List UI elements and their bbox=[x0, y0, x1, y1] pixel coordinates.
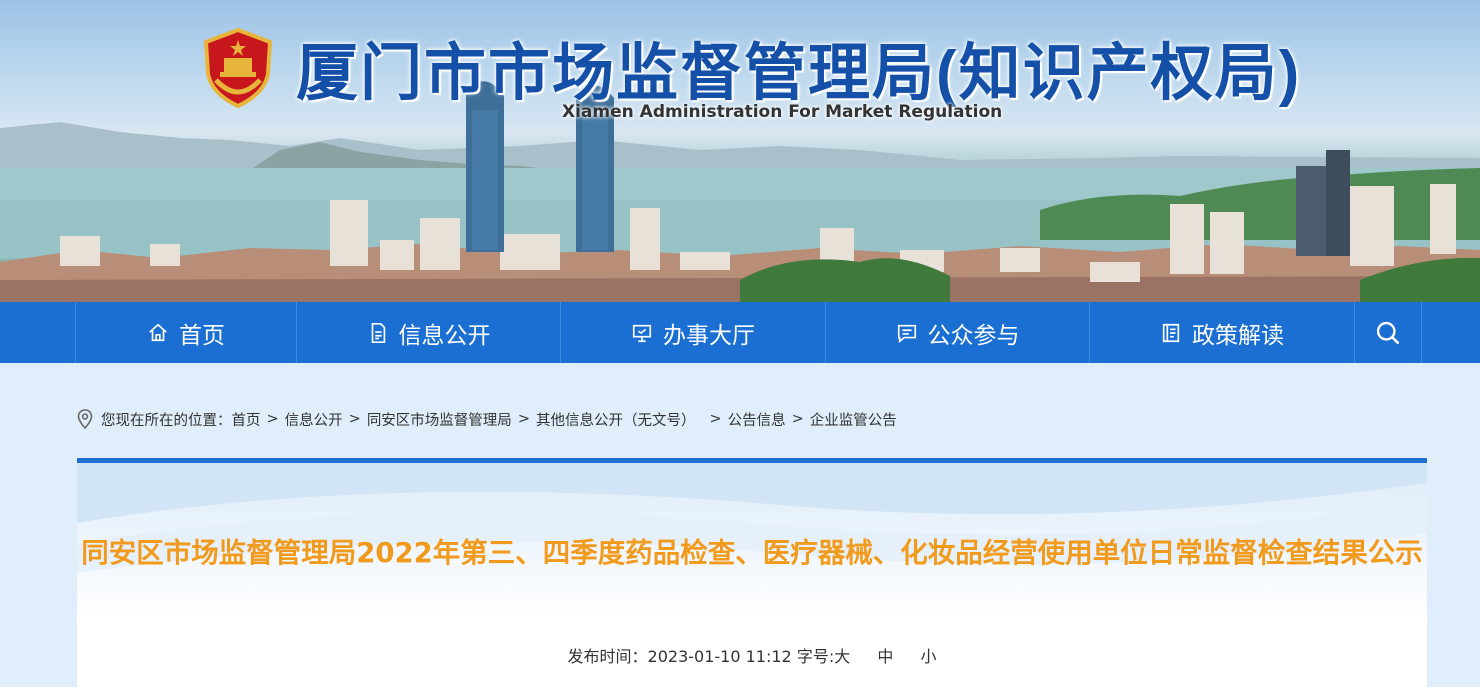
search-button[interactable] bbox=[1354, 302, 1422, 363]
article-title: 同安区市场监督管理局2022年第三、四季度药品检查、医疗器械、化妆品经营使用单位… bbox=[81, 537, 1423, 569]
document-icon bbox=[371, 322, 385, 343]
header-banner: 厦门市市场监督管理局(知识产权局) Xiamen Administration … bbox=[0, 0, 1480, 302]
site-subtitle: Xiamen Administration For Market Regulat… bbox=[562, 102, 1003, 122]
nav-info-disclosure-label: 信息公开 bbox=[398, 322, 491, 349]
font-size-small[interactable]: 小 bbox=[920, 647, 936, 666]
chat-icon bbox=[897, 324, 916, 343]
main-nav: 首页 信息公开 办事大厅 公众参与 政策解读 bbox=[0, 302, 1480, 363]
font-size-medium[interactable]: 中 bbox=[877, 647, 893, 666]
monitor-icon bbox=[632, 324, 652, 342]
nav-public-participation[interactable]: 公众参与 bbox=[825, 302, 1089, 363]
breadcrumb-info-disclosure[interactable]: 信息公开 bbox=[285, 409, 343, 430]
nav-home[interactable]: 首页 bbox=[75, 302, 296, 363]
nav-service-hall-label: 办事大厅 bbox=[663, 322, 755, 349]
nav-home-label: 首页 bbox=[179, 322, 225, 349]
publish-label: 发布时间： bbox=[567, 647, 648, 666]
font-size-label: 字号: bbox=[796, 647, 835, 666]
font-size-large[interactable]: 大 bbox=[834, 647, 850, 666]
breadcrumb-enterprise-supervision[interactable]: 企业监管公告 bbox=[810, 409, 897, 430]
breadcrumb-tongan-bureau[interactable]: 同安区市场监督管理局 bbox=[367, 409, 512, 430]
breadcrumb-separator: > bbox=[709, 411, 722, 427]
breadcrumb-announcements[interactable]: 公告信息 bbox=[728, 409, 786, 430]
breadcrumb-prefix: 您现在所在的位置： bbox=[101, 412, 232, 429]
search-icon bbox=[1376, 321, 1400, 344]
book-icon bbox=[1162, 323, 1180, 342]
site-title: 厦门市市场监督管理局(知识产权局) bbox=[296, 39, 1302, 108]
article-panel: 同安区市场监督管理局2022年第三、四季度药品检查、医疗器械、化妆品经营使用单位… bbox=[77, 458, 1427, 687]
nav-info-disclosure[interactable]: 信息公开 bbox=[296, 302, 560, 363]
breadcrumb-separator: > bbox=[266, 411, 279, 427]
breadcrumb-separator: > bbox=[517, 411, 530, 427]
nav-policy-interpretation-label: 政策解读 bbox=[1192, 322, 1284, 349]
article-meta: 发布时间：2023-01-10 11:12 字号:大 中 小 bbox=[77, 643, 1427, 667]
nav-service-hall[interactable]: 办事大厅 bbox=[560, 302, 825, 363]
home-icon bbox=[149, 323, 167, 341]
breadcrumb: 您现在所在的位置： 首页 > 信息公开 > 同安区市场监督管理局 > 其他信息公… bbox=[77, 407, 897, 431]
publish-time: 2023-01-10 11:12 bbox=[647, 647, 792, 666]
national-emblem-icon bbox=[200, 28, 276, 108]
breadcrumb-other-info[interactable]: 其他信息公开（无文号） bbox=[536, 409, 696, 430]
nav-public-participation-label: 公众参与 bbox=[927, 322, 1020, 349]
breadcrumb-separator: > bbox=[791, 411, 804, 427]
breadcrumb-separator: > bbox=[348, 411, 361, 427]
breadcrumb-home[interactable]: 首页 bbox=[232, 409, 261, 430]
nav-policy-interpretation[interactable]: 政策解读 bbox=[1089, 302, 1354, 363]
location-pin-icon bbox=[77, 409, 93, 429]
